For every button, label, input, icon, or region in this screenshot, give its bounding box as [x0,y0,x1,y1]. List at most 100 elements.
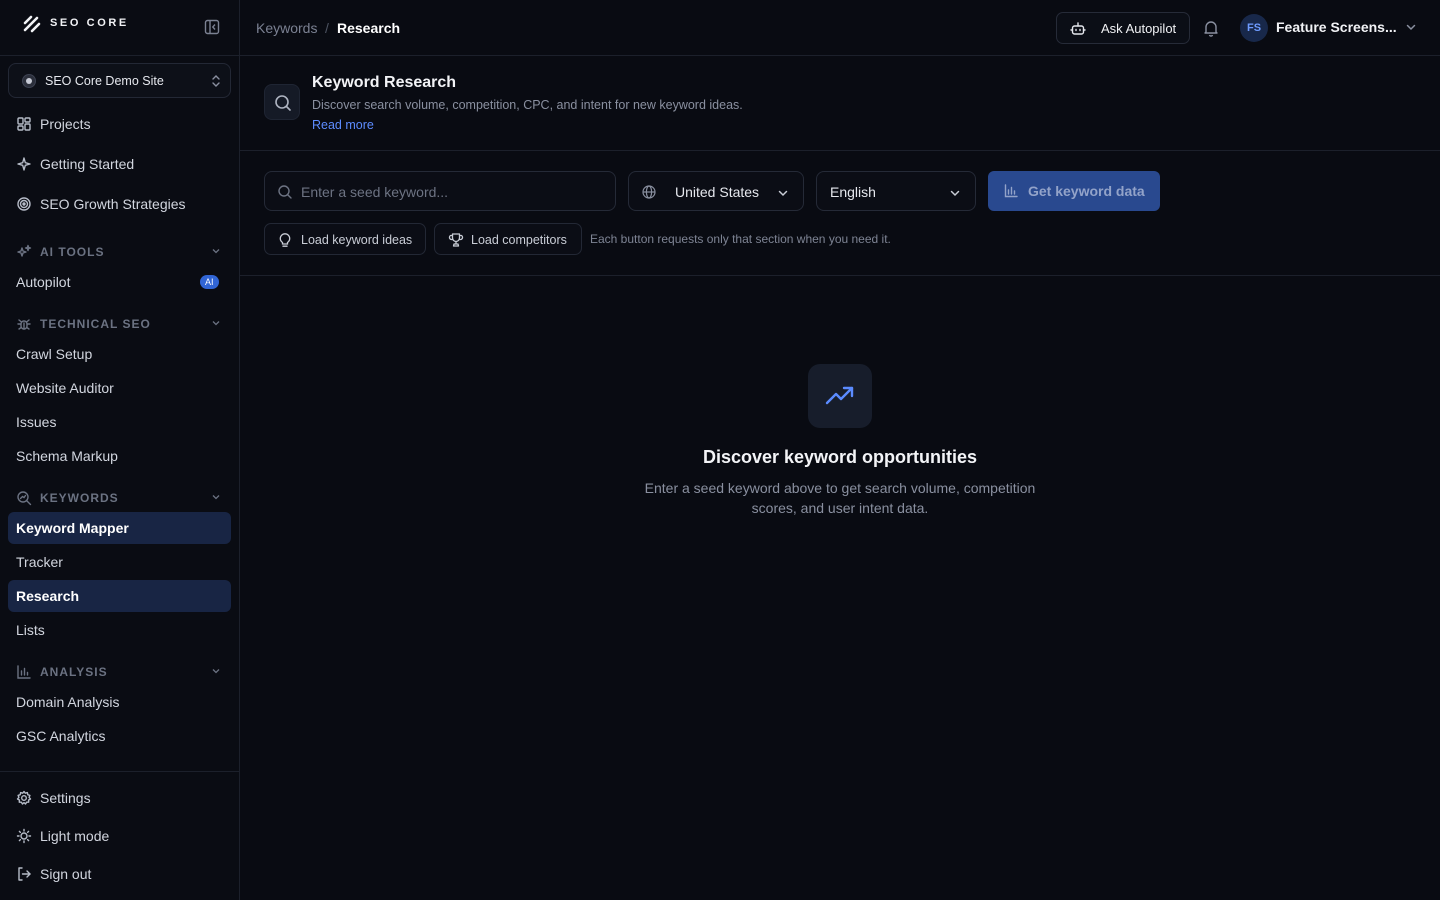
chevron-down-icon [211,666,221,676]
sidebar-item-label: Research [16,588,80,604]
chevron-down-icon [949,187,961,199]
empty-state-title: Discover keyword opportunities [702,447,978,467]
ai-badge: AI [200,275,219,289]
user-name[interactable]: Feature Screens... [1276,19,1396,35]
bell-icon[interactable] [1203,19,1219,37]
section-label: KEYWORDS [40,491,119,505]
keyword-controls: United States English Get keyword data L… [240,151,1440,276]
ask-autopilot-button[interactable]: Ask Autopilot [1056,12,1190,44]
globe-icon [642,185,656,199]
site-selector[interactable]: SEO Core Demo Site [8,63,231,98]
page-title: Keyword Research [312,74,457,91]
sparkle-icon [16,156,32,172]
sidebar-item-projects[interactable]: Projects [8,108,231,140]
top-bar: Keywords / Research Ask Autopilot FS Fea… [240,0,1440,56]
seed-keyword-field[interactable] [264,171,616,211]
sidebar-item-label: Sign out [40,866,92,882]
sidebar-item-crawl-setup[interactable]: Crawl Setup [8,338,231,370]
read-more-link[interactable]: Read more [312,118,374,132]
section-technical-seo[interactable]: TECHNICAL SEO [8,312,231,336]
sidebar-item-label: Crawl Setup [16,346,93,362]
sidebar-item-gsc-analytics[interactable]: GSC Analytics [8,720,231,752]
get-keyword-data-button[interactable]: Get keyword data [988,171,1160,211]
language-value: English [830,184,876,200]
sidebar-item-label: Keyword Mapper [16,520,129,536]
search-chart-icon [16,490,32,506]
country-select[interactable]: United States [628,171,804,211]
brand-logo-icon [22,15,42,33]
sidebar-item-keyword-mapper[interactable]: Keyword Mapper [8,512,231,544]
section-label: AI TOOLS [40,245,105,259]
chevron-down-icon [211,318,221,328]
section-ai-tools[interactable]: AI TOOLS [8,240,231,264]
sidebar-item-label: Schema Markup [16,448,118,464]
section-label: TECHNICAL SEO [40,317,151,331]
site-favicon-icon [22,74,36,88]
sidebar-item-label: Tracker [16,554,63,570]
sidebar-collapse-icon[interactable] [204,19,220,35]
bar-chart-icon [16,664,32,680]
section-analysis[interactable]: ANALYSIS [8,660,231,684]
load-competitors-button[interactable]: Load competitors [434,223,582,255]
lightbulb-icon [278,232,292,248]
trending-up-icon [808,364,872,428]
target-icon [16,196,32,212]
load-keyword-ideas-label: Load keyword ideas [301,233,413,247]
sidebar-item-lists[interactable]: Lists [8,614,231,646]
trophy-icon [448,232,464,248]
site-selector-value: SEO Core Demo Site [45,74,164,88]
sparkles-icon [16,244,32,260]
page-description: Discover search volume, competition, CPC… [312,98,743,112]
sidebar-item-label: Autopilot [16,274,71,290]
bug-icon [16,316,32,332]
chevron-down-icon [211,492,221,502]
sidebar-item-domain-analysis[interactable]: Domain Analysis [8,686,231,718]
section-keywords[interactable]: KEYWORDS [8,486,231,510]
robot-icon [1070,21,1086,37]
avatar[interactable]: FS [1240,14,1268,42]
sidebar-item-tracker[interactable]: Tracker [8,546,231,578]
chevron-down-icon [777,187,789,199]
load-keyword-ideas-button[interactable]: Load keyword ideas [264,223,426,255]
sidebar-item-issues[interactable]: Issues [8,406,231,438]
sidebar-item-label: Getting Started [40,156,135,172]
brand-header: SEO CORE [0,0,239,56]
load-competitors-label: Load competitors [471,233,567,247]
sidebar-item-getting-started[interactable]: Getting Started [8,148,231,180]
sidebar-item-light-mode[interactable]: Light mode [8,820,231,852]
sidebar-item-settings[interactable]: Settings [8,782,231,814]
sidebar-item-label: SEO Growth Strategies [40,196,186,212]
sidebar-item-schema-markup[interactable]: Schema Markup [8,440,231,472]
sidebar-item-research[interactable]: Research [8,580,231,612]
breadcrumb-keywords[interactable]: Keywords [256,20,317,36]
sidebar-item-label: Website Auditor [16,380,114,396]
sidebar-item-website-auditor[interactable]: Website Auditor [8,372,231,404]
language-select[interactable]: English [816,171,976,211]
empty-state-description: Enter a seed keyword above to get search… [644,480,1036,516]
brand-name: SEO CORE [50,17,129,29]
sidebar-item-label: GSC Analytics [16,728,106,744]
sidebar-item-label: Light mode [40,828,110,844]
sidebar-item-label: Projects [40,116,91,132]
bar-chart-icon [1004,184,1018,198]
sidebar: SEO CORE SEO Core Demo Site Projects Get… [0,0,240,900]
gear-icon [16,790,32,806]
sign-out-icon [16,866,32,882]
ask-autopilot-label: Ask Autopilot [1101,21,1177,36]
sidebar-item-autopilot[interactable]: Autopilot AI [8,266,231,298]
breadcrumb-separator: / [325,20,329,36]
search-icon [277,184,293,200]
sidebar-item-sign-out[interactable]: Sign out [8,858,231,890]
chevron-down-icon[interactable] [1405,21,1417,33]
sidebar-item-label: Settings [40,790,91,806]
sun-icon [16,828,32,844]
sidebar-item-seo-growth-strategies[interactable]: SEO Growth Strategies [8,188,231,220]
chevron-down-icon [211,246,221,256]
get-keyword-data-label: Get keyword data [1028,183,1145,199]
sidebar-item-label: Lists [16,622,45,638]
chevron-up-down-icon [210,74,222,88]
sidebar-divider [0,771,239,772]
seed-keyword-input[interactable] [301,180,601,204]
section-label: ANALYSIS [40,665,108,679]
search-icon [264,84,300,120]
